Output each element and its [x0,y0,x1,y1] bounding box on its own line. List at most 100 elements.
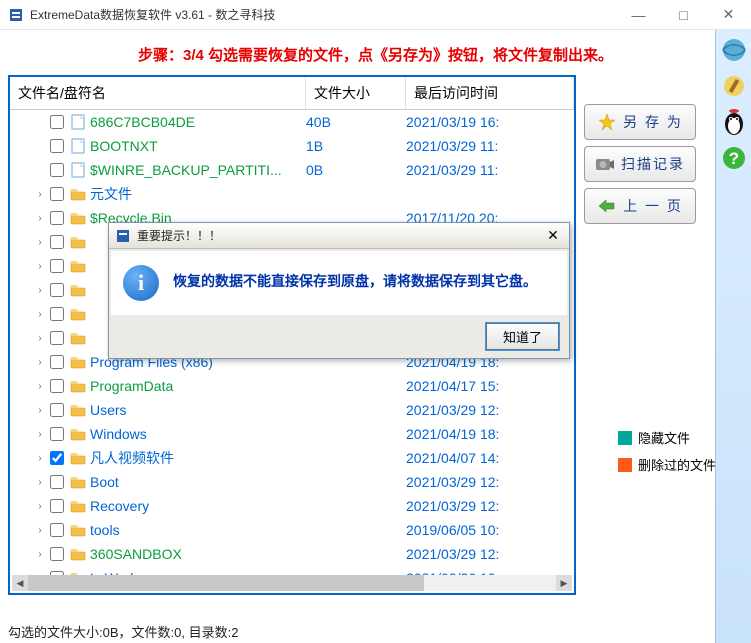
file-row[interactable]: BOOTNXT1B2021/03/29 11: [10,134,574,158]
saveas-button[interactable]: 另 存 为 [584,104,696,140]
file-checkbox[interactable] [50,307,64,321]
prev-button[interactable]: 上 一 页 [584,188,696,224]
file-icon [70,138,86,154]
file-size: 40B [306,114,406,130]
dialog-ok-button[interactable]: 知道了 [486,323,559,350]
file-name: Boot [90,474,306,490]
file-name: 凡人视频软件 [90,448,306,468]
prev-label: 上 一 页 [623,196,683,216]
legend-deleted: 删除过的文件 [618,455,716,474]
folder-icon [70,378,86,394]
file-row[interactable]: ›Recovery2021/03/29 12: [10,494,574,518]
file-date: 2019/06/05 10: [406,522,499,538]
expand-icon[interactable]: › [34,477,46,488]
file-checkbox[interactable] [50,139,64,153]
file-row[interactable]: ›360SANDBOX2021/03/29 12: [10,542,574,566]
help-icon[interactable]: ? [718,142,750,174]
file-date: 2021/03/29 11: [406,162,498,178]
camera-icon [595,156,615,172]
horizontal-scrollbar[interactable]: ◀ ▶ [12,575,572,591]
dialog-title: 重要提示！！！ [137,227,541,244]
file-row[interactable]: ›Users2021/03/29 12: [10,398,574,422]
folder-icon [70,210,86,226]
file-checkbox[interactable] [50,427,64,441]
close-button[interactable]: ✕ [706,0,751,29]
folder-icon [70,234,86,250]
col-size[interactable]: 文件大小 [306,77,406,109]
expand-icon[interactable]: › [34,189,46,200]
file-checkbox[interactable] [50,355,64,369]
file-row[interactable]: ›ProgramData2021/04/17 15: [10,374,574,398]
file-row[interactable]: ›凡人视频软件2021/04/07 14: [10,446,574,470]
file-checkbox[interactable] [50,259,64,273]
legend-deleted-swatch [618,458,632,472]
file-name: 元文件 [90,184,306,204]
file-checkbox[interactable] [50,475,64,489]
expand-icon[interactable]: › [34,501,46,512]
file-date: 2021/03/29 11: [406,138,498,154]
file-date: 2021/04/17 15: [406,378,499,394]
expand-icon[interactable]: › [34,429,46,440]
expand-icon[interactable]: › [34,405,46,416]
col-name[interactable]: 文件名/盘符名 [10,77,306,109]
maximize-button[interactable]: □ [661,0,706,29]
globe-icon[interactable] [718,34,750,66]
expand-icon[interactable]: › [34,237,46,248]
expand-icon[interactable]: › [34,285,46,296]
file-checkbox[interactable] [50,211,64,225]
legend-hidden: 隐藏文件 [618,428,716,447]
expand-icon[interactable]: › [34,213,46,224]
file-checkbox[interactable] [50,547,64,561]
expand-icon[interactable]: › [34,357,46,368]
file-row[interactable]: $WINRE_BACKUP_PARTITI...0B2021/03/29 11: [10,158,574,182]
file-checkbox[interactable] [50,235,64,249]
expand-icon[interactable]: › [34,261,46,272]
col-date[interactable]: 最后访问时间 [406,77,574,109]
file-name: Users [90,402,306,418]
expand-icon[interactable]: › [34,453,46,464]
status-bar: 勾选的文件大小:0B，文件数:0, 目录数:2 [8,622,238,641]
dialog-titlebar[interactable]: 重要提示！！！ ✕ [109,223,569,249]
file-checkbox[interactable] [50,499,64,513]
minimize-button[interactable]: — [616,0,661,29]
penguin-icon[interactable] [718,106,750,138]
file-name: $WINRE_BACKUP_PARTITI... [90,162,306,178]
sidebar: 另 存 为 扫描记录 上 一 页 [584,104,704,230]
file-date: 2021/03/29 12: [406,546,499,562]
file-checkbox[interactable] [50,331,64,345]
step-instruction: 步骤：3/4 勾选需要恢复的文件，点《另存为》按钮，将文件复制出来。 [8,38,743,75]
file-checkbox[interactable] [50,523,64,537]
file-row[interactable]: ›tools2019/06/05 10: [10,518,574,542]
expand-icon[interactable]: › [34,549,46,560]
file-checkbox[interactable] [50,163,64,177]
file-checkbox[interactable] [50,115,64,129]
folder-icon [70,498,86,514]
scroll-left-button[interactable]: ◀ [12,575,28,591]
file-checkbox[interactable] [50,283,64,297]
expand-icon[interactable]: › [34,333,46,344]
file-row[interactable]: › 元文件 [10,182,574,206]
folder-icon [70,546,86,562]
file-checkbox[interactable] [50,379,64,393]
folder-icon [70,354,86,370]
file-row[interactable]: ›Boot2021/03/29 12: [10,470,574,494]
star-icon [597,113,617,131]
file-checkbox[interactable] [50,187,64,201]
file-row[interactable]: 686C7BCB04DE40B2021/03/19 16: [10,110,574,134]
dialog-icon [115,228,131,244]
file-checkbox[interactable] [50,403,64,417]
arrow-left-icon [597,198,617,214]
expand-icon[interactable]: › [34,309,46,320]
expand-icon[interactable]: › [34,381,46,392]
dialog-close-button[interactable]: ✕ [541,226,565,246]
scanlog-button[interactable]: 扫描记录 [584,146,696,182]
info-icon: i [123,265,159,301]
saveas-label: 另 存 为 [623,112,683,132]
tools-icon[interactable] [718,70,750,102]
file-row[interactable]: ›Windows2021/04/19 18: [10,422,574,446]
folder-icon [70,282,86,298]
scroll-thumb[interactable] [28,575,424,591]
expand-icon[interactable]: › [34,525,46,536]
scroll-right-button[interactable]: ▶ [556,575,572,591]
file-checkbox[interactable] [50,451,64,465]
